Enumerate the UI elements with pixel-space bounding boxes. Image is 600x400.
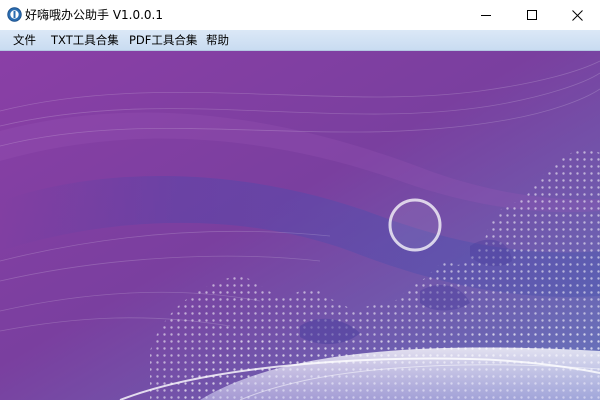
app-icon[interactable] bbox=[7, 7, 22, 22]
minimize-button[interactable] bbox=[463, 0, 509, 30]
menu-txt-tools[interactable]: TXT工具合集 bbox=[49, 30, 121, 50]
main-background bbox=[0, 51, 600, 400]
app-window: 好嗨哦办公助手 V1.0.0.1 文件 TXT工具合集 PDF工具合集 帮助 bbox=[0, 0, 600, 400]
maximize-button[interactable] bbox=[509, 0, 555, 30]
close-icon bbox=[571, 9, 583, 21]
menu-bar: 文件 TXT工具合集 PDF工具合集 帮助 bbox=[0, 30, 600, 51]
title-bar[interactable]: 好嗨哦办公助手 V1.0.0.1 bbox=[0, 0, 600, 30]
close-button[interactable] bbox=[554, 0, 600, 30]
menu-help[interactable]: 帮助 bbox=[204, 30, 231, 50]
minimize-icon bbox=[481, 10, 491, 20]
maximize-icon bbox=[527, 10, 537, 20]
background-artwork bbox=[0, 51, 600, 400]
menu-pdf-tools[interactable]: PDF工具合集 bbox=[127, 30, 199, 50]
menu-file[interactable]: 文件 bbox=[11, 30, 38, 50]
window-title: 好嗨哦办公助手 V1.0.0.1 bbox=[25, 8, 164, 22]
